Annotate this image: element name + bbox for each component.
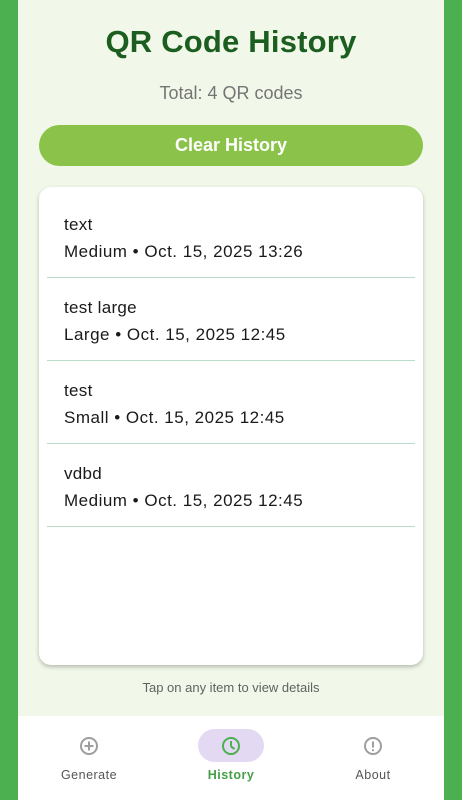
- clock-icon: [222, 736, 240, 755]
- nav-history-label: History: [207, 768, 255, 782]
- history-item-meta: Medium • Oct. 15, 2025 12:45: [64, 491, 304, 510]
- app-screen: QR Code History Total: 4 QR codes Clear …: [18, 0, 444, 800]
- nav-history-pill: [198, 729, 264, 762]
- history-list: text Medium • Oct. 15, 2025 13:26 test l…: [39, 187, 423, 665]
- nav-history[interactable]: History: [160, 716, 302, 800]
- history-item-name: test large: [64, 298, 137, 317]
- plus-circle-icon: [80, 736, 98, 755]
- history-item-meta: Small • Oct. 15, 2025 12:45: [64, 408, 285, 427]
- hint-text: Tap on any item to view details: [142, 680, 320, 695]
- history-item-meta: Medium • Oct. 15, 2025 13:26: [64, 242, 304, 261]
- history-item[interactable]: test Small • Oct. 15, 2025 12:45: [47, 361, 415, 444]
- history-item[interactable]: vdbd Medium • Oct. 15, 2025 12:45: [47, 444, 415, 527]
- history-item[interactable]: text Medium • Oct. 15, 2025 13:26: [47, 195, 415, 278]
- nav-about-label: About: [355, 768, 391, 782]
- history-item[interactable]: test large Large • Oct. 15, 2025 12:45: [47, 278, 415, 361]
- nav-about[interactable]: About: [302, 716, 444, 800]
- total-count: Total: 4 QR codes: [159, 83, 303, 103]
- page-title: QR Code History: [105, 24, 357, 59]
- nav-about-pill: [340, 729, 406, 762]
- nav-generate[interactable]: Generate: [18, 716, 160, 800]
- nav-generate-label: Generate: [60, 768, 118, 782]
- history-item-name: vdbd: [64, 464, 103, 483]
- info-icon: [364, 736, 382, 755]
- clear-history-button[interactable]: Clear History: [39, 125, 423, 166]
- nav-generate-pill: [56, 729, 122, 762]
- bottom-nav: Generate History About: [18, 716, 444, 800]
- history-item-name: text: [64, 215, 93, 234]
- history-item-name: test: [64, 381, 93, 400]
- history-item-meta: Large • Oct. 15, 2025 12:45: [64, 325, 286, 344]
